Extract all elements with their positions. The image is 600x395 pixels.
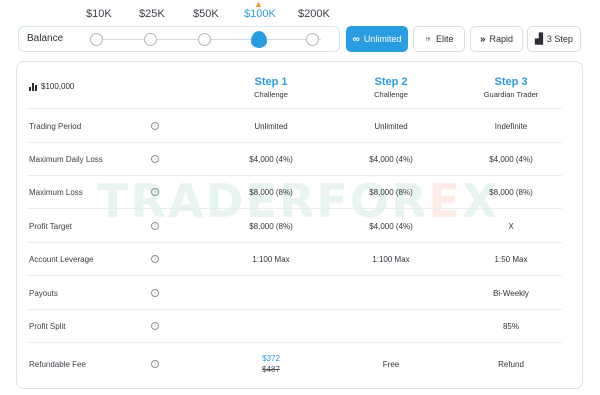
divider [27, 208, 562, 209]
bar-chart-icon [29, 82, 38, 91]
row-label: Trading Period [29, 122, 82, 131]
comparison-table: TRADERFOREX $100,000 Step 1 Challenge St… [16, 61, 583, 389]
step2-value: $4,000 (4%) [369, 155, 413, 164]
row-label: Refundable Fee [29, 360, 86, 369]
step1-value: $8,000 (8%) [249, 188, 293, 197]
info-icon[interactable]: i [151, 222, 159, 230]
step3-value: Refund [498, 360, 524, 369]
slider-handle-100k[interactable] [251, 31, 267, 48]
divider [27, 275, 562, 276]
step2-value: 1:100 Max [372, 255, 410, 264]
amount-100k[interactable]: $100K [244, 8, 276, 20]
stairs-icon: ▟ [535, 33, 543, 45]
step3-value: 1:50 Max [494, 255, 528, 264]
divider [27, 142, 562, 143]
row-label: Maximum Loss [29, 188, 83, 197]
row-label: Account Leverage [29, 255, 94, 264]
balance-amounts: $10K $25K $50K ▲ $100K $200K [0, 0, 600, 24]
plan-3step-button[interactable]: ▟ 3 Step [527, 26, 581, 52]
step3-title: Step 3 [494, 76, 528, 88]
step3-subtitle: Guardian Trader [483, 90, 539, 99]
step2-value: $4,000 (4%) [369, 222, 413, 231]
balance-slider[interactable]: Balance [18, 26, 340, 52]
plan-label: Elite [435, 34, 454, 44]
divider [27, 175, 562, 176]
balance-label: Balance [27, 33, 64, 44]
info-icon[interactable]: i [151, 255, 159, 263]
plan-rapid-button[interactable]: » Rapid [470, 26, 523, 52]
info-icon[interactable]: i [151, 360, 159, 368]
step3-value: 85% [502, 322, 519, 331]
step1-value: Unlimited [254, 122, 288, 131]
step2-title: Step 2 [374, 76, 408, 88]
amount-200k[interactable]: $200K [298, 8, 330, 20]
info-icon[interactable]: i [151, 289, 159, 297]
slider-stop-200k[interactable] [306, 33, 319, 46]
step1-value: 1:100 Max [252, 255, 290, 264]
step1-value: $4,000 (4%) [249, 155, 293, 164]
step3-value: Indefinite [494, 122, 528, 131]
amount-25k[interactable]: $25K [139, 8, 165, 20]
row-label: Profit Split [29, 322, 66, 331]
step1-value: $8,000 (8%) [249, 222, 293, 231]
step2-value: Unlimited [374, 122, 408, 131]
info-icon[interactable]: i [151, 188, 159, 196]
step2-value: $8,000 (8%) [369, 188, 413, 197]
fee-discount-price: $372 [262, 354, 280, 363]
fee-original-price: $487 [262, 365, 280, 374]
plan-label: Rapid [489, 34, 514, 44]
row-label: Payouts [29, 289, 58, 298]
step3-value: $8,000 (8%) [489, 188, 533, 197]
divider [27, 242, 562, 243]
account-size: $100,000 [29, 82, 74, 91]
infinity-icon: ∞ [352, 33, 360, 45]
divider [27, 342, 562, 343]
plan-label: Unlimited [363, 34, 402, 44]
divider [27, 309, 562, 310]
step3-value: X [508, 222, 514, 231]
plan-unlimited-button[interactable]: ∞ Unlimited [346, 26, 408, 52]
step2-value: Free [382, 360, 400, 369]
slider-stop-10k[interactable] [90, 33, 103, 46]
row-label: Profit Target [29, 222, 72, 231]
step3-value: Bi-Weekly [493, 289, 529, 298]
wings-icon: ♅ [424, 33, 432, 45]
info-icon[interactable]: i [151, 122, 159, 130]
watermark-logo: TRADERFOREX [97, 174, 500, 228]
slider-stop-25k[interactable] [144, 33, 157, 46]
plan-elite-button[interactable]: ♅ Elite [413, 26, 465, 52]
row-label: Maximum Daily Loss [29, 155, 103, 164]
divider [27, 108, 562, 109]
step2-subtitle: Challenge [374, 90, 408, 99]
info-icon[interactable]: i [151, 155, 159, 163]
step1-title: Step 1 [254, 76, 288, 88]
fast-forward-icon: » [479, 33, 486, 45]
account-size-label: $100,000 [41, 82, 75, 91]
step1-subtitle: Challenge [254, 90, 288, 99]
slider-track [103, 39, 321, 40]
amount-50k[interactable]: $50K [193, 8, 219, 20]
plan-label: 3 Step [546, 34, 573, 44]
slider-stop-50k[interactable] [198, 33, 211, 46]
step3-value: $4,000 (4%) [489, 155, 533, 164]
info-icon[interactable]: i [151, 322, 159, 330]
amount-10k[interactable]: $10K [86, 8, 112, 20]
